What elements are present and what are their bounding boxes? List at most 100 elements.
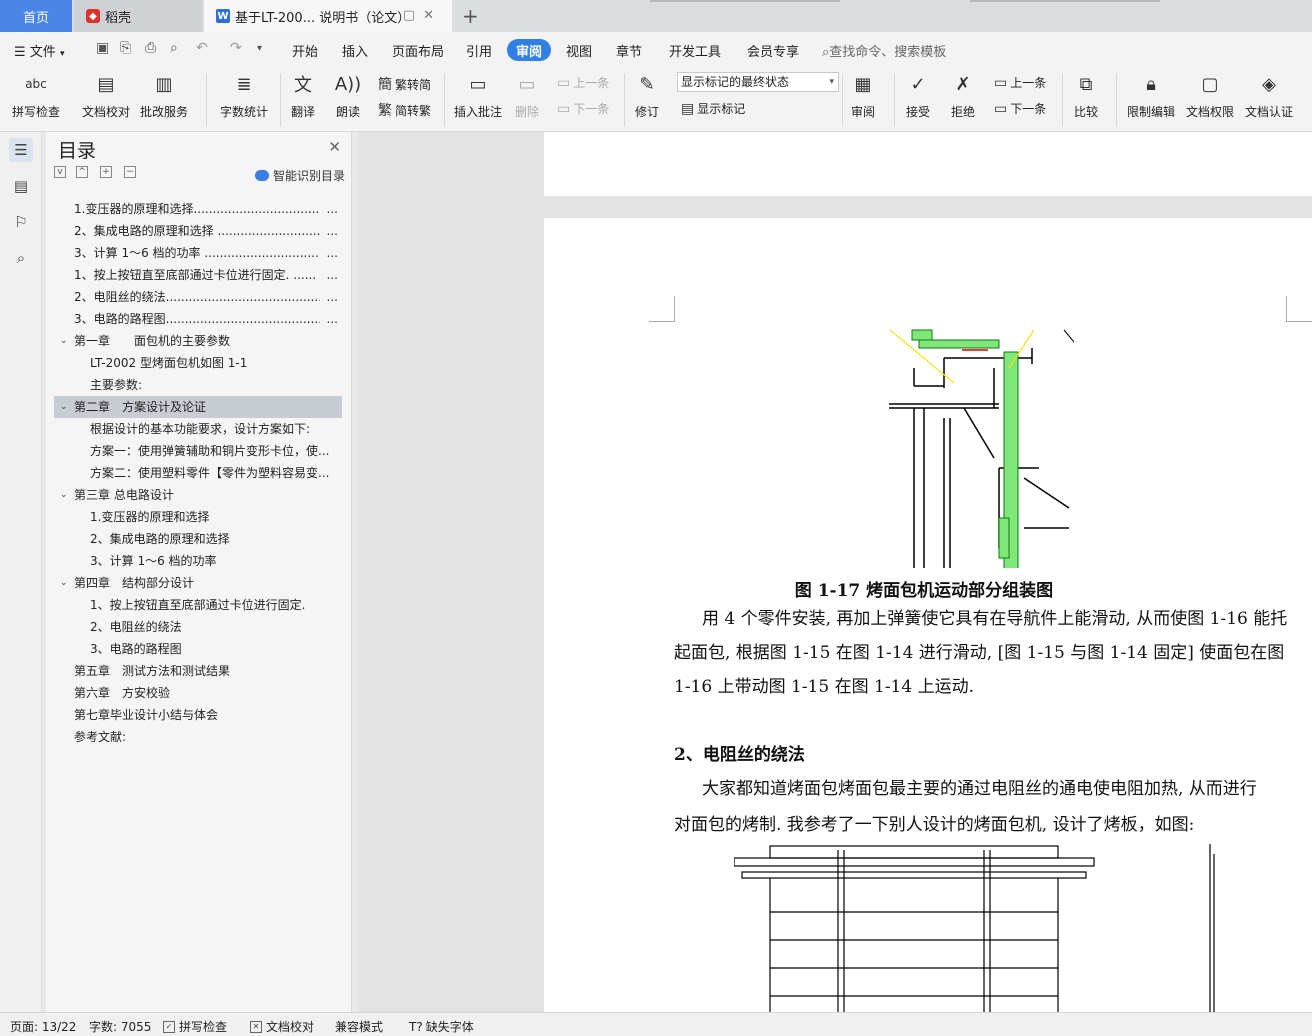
menu-layout[interactable]: 页面布局: [392, 41, 444, 60]
bookmark-icon[interactable]: ⚐: [9, 210, 33, 234]
close-icon[interactable]: ✕: [328, 138, 341, 156]
toc-item[interactable]: 2、集成电路的原理和选择: [54, 528, 342, 550]
toc-item[interactable]: ⌄ 第三章 总电路设计: [54, 484, 342, 506]
document-page[interactable]: 图 1-17 烤面包机运动部分组装图 用 4 个零件安装, 再加上弹簧使它具有在…: [544, 218, 1312, 1012]
remove-level-icon[interactable]: −: [124, 166, 136, 178]
toc-item[interactable]: 方案二：使用塑料零件【零件为塑料容易变...: [54, 462, 342, 484]
undo-icon[interactable]: ↶: [196, 40, 208, 56]
figure-caption: 图 1-17 烤面包机运动部分组装图: [794, 581, 1054, 601]
toc-item[interactable]: 方案一：使用弹簧辅助和铜片变形卡位，使...: [54, 440, 342, 462]
search-icon[interactable]: ⌕: [9, 246, 33, 270]
menu-member[interactable]: 会员专享: [747, 41, 799, 60]
tab-close-icon[interactable]: ✕: [423, 8, 442, 23]
toc-item[interactable]: 3、电路的路程图................................…: [54, 308, 342, 330]
chevron-down-icon[interactable]: ⌄: [60, 330, 68, 352]
quick-access-dropdown-icon[interactable]: ▾: [257, 43, 262, 54]
track-changes-button[interactable]: ✎ 修订: [633, 70, 661, 120]
prev-comment-button[interactable]: ▭ 上一条: [557, 74, 609, 91]
chevron-down-icon[interactable]: ⌄: [60, 396, 68, 418]
restrict-edit-button[interactable]: 🔒︎ 限制编辑: [1127, 70, 1175, 120]
proof-status[interactable]: ✕ 文档校对: [250, 1018, 314, 1035]
page-indicator[interactable]: 页面: 13/22: [10, 1018, 76, 1035]
toc-item[interactable]: ⌄ 第二章 方案设计及论证: [54, 396, 342, 418]
redo-icon[interactable]: ↷: [230, 40, 242, 56]
trad-to-simp-button[interactable]: 簡繁转简: [378, 74, 431, 94]
toc-item[interactable]: 1、按上按钮直至底部通过卡位进行固定.: [54, 594, 342, 616]
save-icon[interactable]: ▣: [96, 40, 109, 56]
simp-to-trad-button[interactable]: 繁简转繁: [378, 100, 431, 120]
toc-item[interactable]: 1.变压器的原理和选择: [54, 506, 342, 528]
prev-change-button[interactable]: ▭ 上一条: [994, 74, 1046, 91]
add-level-icon[interactable]: +: [100, 166, 112, 178]
expand-icon[interactable]: ^: [76, 166, 88, 178]
menu-insert[interactable]: 插入: [342, 41, 368, 60]
tab-daoke[interactable]: ◆ 稻壳: [74, 0, 202, 32]
print-preview-icon[interactable]: ⌕: [170, 40, 178, 56]
next-comment-button[interactable]: ▭ 下一条: [557, 100, 609, 117]
menu-chapter[interactable]: 章节: [616, 41, 642, 60]
tab-document[interactable]: W 基于LT-200... 说明书（论文） ▢✕: [204, 0, 452, 32]
menu-review[interactable]: 审阅: [507, 39, 551, 61]
delete-comment-button[interactable]: ▭ 删除: [513, 70, 541, 120]
insert-comment-button[interactable]: ▭ 插入批注: [454, 70, 502, 120]
chevron-down-icon[interactable]: ⌄: [60, 572, 68, 594]
toc-item[interactable]: 第七章毕业设计小结与体会: [54, 704, 342, 726]
command-search[interactable]: ⌕查找命令、搜索模板: [822, 41, 946, 60]
toc-panel-icon[interactable]: ☰: [9, 138, 33, 162]
new-tab-button[interactable]: +: [462, 4, 479, 28]
menu-view[interactable]: 视图: [566, 41, 592, 60]
toc-item[interactable]: 3、计算 1～6 档的功率 ..........................…: [54, 242, 342, 264]
toc-item-label: 根据设计的基本功能要求，设计方案如下:: [90, 422, 311, 436]
spell-check-status[interactable]: ✓ 拼写检查: [163, 1018, 227, 1035]
toc-item[interactable]: ⌄ 第一章 面包机的主要参数: [54, 330, 342, 352]
tab-pin-icon[interactable]: ▢: [403, 8, 423, 23]
menu-start[interactable]: 开始: [292, 41, 318, 60]
review-pane-icon: ▦: [854, 73, 872, 95]
word-count-indicator[interactable]: 字数: 7055: [89, 1018, 151, 1035]
batch-service-button[interactable]: ▥ 批改服务: [140, 70, 188, 120]
read-aloud-button[interactable]: A)) 朗读: [334, 70, 362, 120]
toc-item[interactable]: 2、电阻丝的绕法................................…: [54, 286, 342, 308]
toc-item-label: 1.变压器的原理和选择.............................…: [74, 202, 320, 216]
accept-button[interactable]: ✓ 接受: [904, 70, 932, 120]
toc-item[interactable]: 第五章 测试方法和测试结果: [54, 660, 342, 682]
word-count-button[interactable]: ≣ 字数统计: [220, 70, 268, 120]
file-menu[interactable]: ☰ 文件 ▾: [14, 41, 64, 60]
toc-item[interactable]: 主要参数:: [54, 374, 342, 396]
toc-item[interactable]: 2、电阻丝的绕法: [54, 616, 342, 638]
doc-proof-button[interactable]: ▤ 文档校对: [82, 70, 130, 120]
export-pdf-icon[interactable]: ⎘: [120, 40, 131, 56]
toc-item[interactable]: 第六章 方安校验: [54, 682, 342, 704]
translate-label: 翻译: [290, 105, 315, 119]
toc-item[interactable]: 3、电路的路程图: [54, 638, 342, 660]
doc-auth-button[interactable]: ◈ 文档认证: [1245, 70, 1293, 120]
toc-item[interactable]: ⌄ 第四章 结构部分设计: [54, 572, 342, 594]
print-icon[interactable]: ⎙: [145, 40, 156, 56]
next-change-button[interactable]: ▭ 下一条: [994, 100, 1046, 117]
toc-item[interactable]: 参考文献:: [54, 726, 342, 748]
document-area[interactable]: 图 1-17 烤面包机运动部分组装图 用 4 个零件安装, 再加上弹簧使它具有在…: [358, 132, 1312, 1012]
tab-home[interactable]: 首页: [0, 0, 72, 32]
menu-references[interactable]: 引用: [466, 41, 492, 60]
spell-check-button[interactable]: abc 拼写检查: [12, 70, 60, 120]
reject-button[interactable]: ✗ 拒绝: [949, 70, 977, 120]
doc-rights-button[interactable]: ▢ 文档权限: [1186, 70, 1234, 120]
toc-item[interactable]: 根据设计的基本功能要求，设计方案如下:: [54, 418, 342, 440]
doc-rights-label: 文档权限: [1186, 105, 1235, 119]
smart-toc-button[interactable]: 智能识别目录: [254, 167, 345, 184]
translate-button[interactable]: 文翻译: [289, 70, 317, 120]
toc-item[interactable]: LT-2002 型烤面包机如图 1-1: [54, 352, 342, 374]
show-markup-button[interactable]: ▤ 显示标记: [681, 100, 745, 117]
toc-item[interactable]: 3、计算 1～6 档的功率: [54, 550, 342, 572]
navigation-pane-icon[interactable]: ▤: [9, 174, 33, 198]
chevron-down-icon[interactable]: ⌄: [60, 484, 68, 506]
review-pane-button[interactable]: ▦ 审阅: [849, 70, 877, 120]
toc-item[interactable]: 1、按上按钮直至底部通过卡位进行固定. .........: [54, 264, 342, 286]
markup-state-select[interactable]: 显示标记的最终状态 ▾: [677, 72, 839, 92]
missing-font-status[interactable]: T? 缺失字体: [409, 1018, 474, 1035]
compare-button[interactable]: ⧉ 比较: [1072, 70, 1100, 120]
collapse-icon[interactable]: v: [54, 166, 66, 178]
menu-developer[interactable]: 开发工具: [669, 41, 721, 60]
toc-item[interactable]: 1.变压器的原理和选择.............................…: [54, 198, 342, 220]
toc-item[interactable]: 2、集成电路的原理和选择 ...........................…: [54, 220, 342, 242]
